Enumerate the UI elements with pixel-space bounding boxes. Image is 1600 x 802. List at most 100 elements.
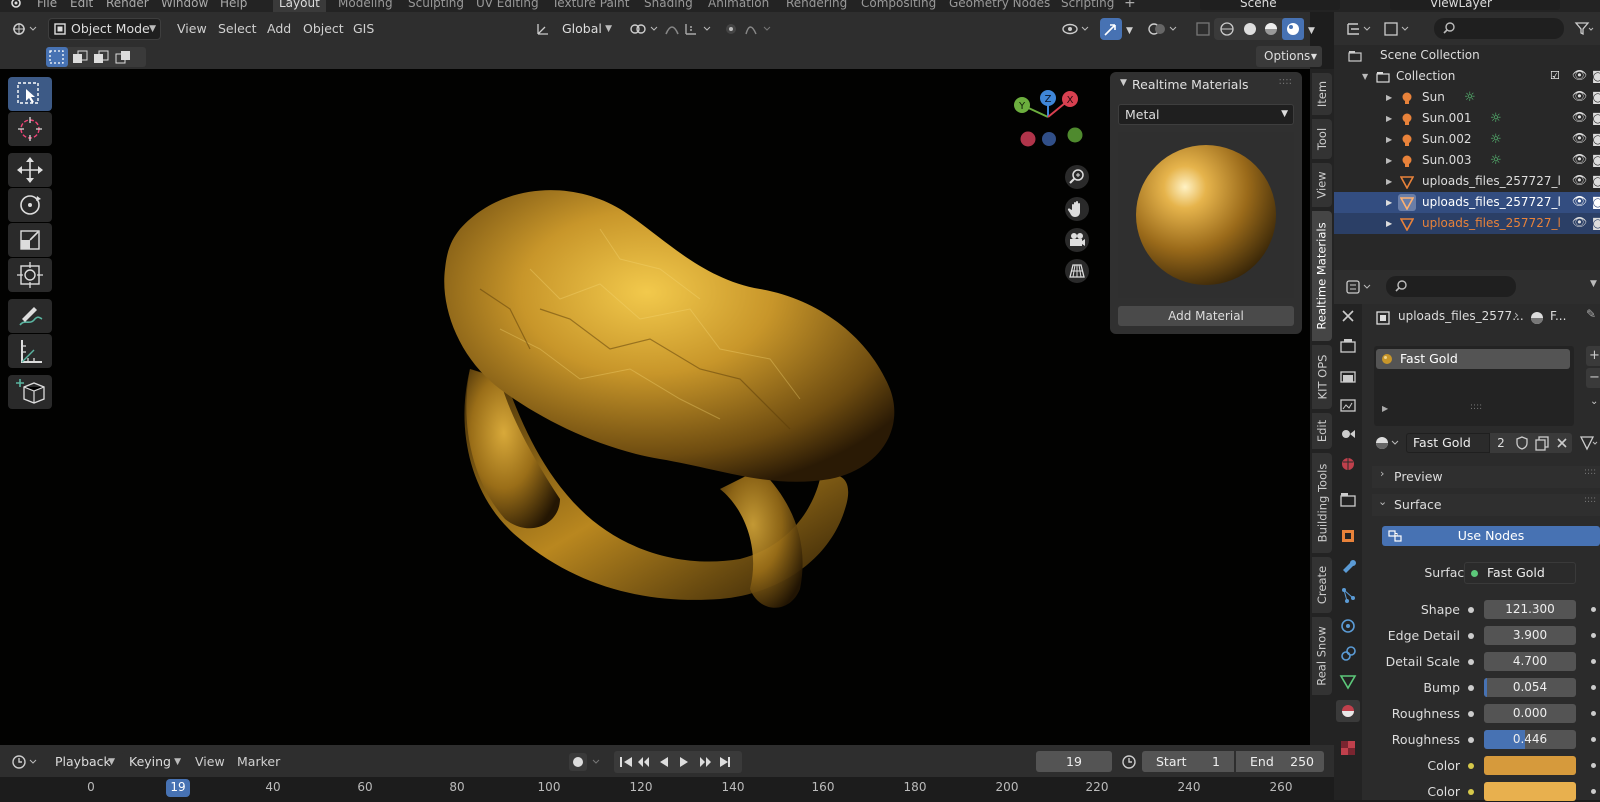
menu-view[interactable]: View	[177, 18, 207, 40]
properties-editor-type-icon[interactable]	[1344, 276, 1374, 298]
jump-prev-keyframe-icon[interactable]	[638, 757, 649, 767]
physics-tab-icon[interactable]	[1341, 619, 1355, 633]
collection-tab-icon[interactable]	[1340, 493, 1356, 507]
param-slider[interactable]: 0.000	[1484, 704, 1576, 723]
use-nodes-button[interactable]: Use Nodes	[1382, 526, 1600, 546]
tab-view[interactable]: View	[1312, 163, 1332, 207]
workspace-tab-shading[interactable]: Shading	[638, 0, 699, 10]
material-name-field[interactable]: Fast Gold	[1406, 433, 1490, 453]
preview-range-icon[interactable]	[1118, 751, 1140, 772]
workspace-tab-compositing[interactable]: Compositing	[855, 0, 942, 10]
fake-user-shield-icon[interactable]	[1512, 433, 1532, 453]
transform-orientation-dropdown[interactable]: Global ▼	[535, 18, 617, 40]
menu-render[interactable]: Render	[106, 0, 149, 10]
measure-tool[interactable]	[8, 334, 52, 368]
filter-icon[interactable]	[1574, 20, 1596, 38]
chevron-down-icon[interactable]: ▼	[1308, 20, 1315, 42]
play-reverse-icon[interactable]	[660, 757, 668, 767]
expand-right-icon[interactable]: ▶	[1386, 171, 1392, 192]
preview-panel-header[interactable]: › Preview ::::	[1372, 466, 1600, 488]
camera-icon[interactable]: ◙	[1592, 129, 1600, 150]
play-icon[interactable]	[680, 757, 688, 767]
playback-dropdown[interactable]: Playback ▼	[48, 751, 120, 773]
browse-material-icon[interactable]	[1374, 433, 1404, 453]
outliner-row-sun-001[interactable]: ▶ Sun.001 ☼ 👁 ◙	[1334, 108, 1600, 129]
expand-right-icon[interactable]: ▶	[1386, 87, 1392, 108]
menu-object[interactable]: Object	[303, 18, 344, 40]
eye-icon[interactable]: 👁	[1572, 149, 1587, 170]
drag-handle-icon[interactable]: ::::	[1584, 467, 1596, 477]
tab-tool[interactable]: Tool	[1312, 119, 1332, 159]
expand-right-icon[interactable]: ▶	[1386, 213, 1392, 234]
start-frame-field[interactable]: Start 1	[1142, 751, 1234, 772]
texture-tab-icon[interactable]	[1341, 741, 1355, 755]
pan-hand-icon[interactable]	[1065, 197, 1089, 221]
keying-dropdown[interactable]: Keying ▼	[122, 751, 186, 773]
camera-view-icon[interactable]	[1065, 228, 1089, 252]
render-tab-icon[interactable]	[1340, 339, 1356, 353]
panel-header[interactable]: ▼ Realtime Materials ::::	[1118, 76, 1298, 96]
unlink-material-icon[interactable]	[1552, 433, 1572, 453]
keyframe-dot-icon[interactable]	[1591, 737, 1596, 742]
jump-end-icon[interactable]	[720, 757, 730, 767]
expand-right-icon[interactable]: ▶	[1382, 404, 1388, 413]
output-tab-icon[interactable]	[1340, 371, 1356, 383]
add-slot-button[interactable]: +	[1586, 346, 1600, 366]
scale-tool[interactable]	[8, 223, 52, 257]
gizmo-toggle-icon[interactable]	[1100, 18, 1122, 40]
eye-icon[interactable]: 👁	[1572, 86, 1587, 107]
zoom-icon[interactable]	[1065, 165, 1089, 189]
jump-next-keyframe-icon[interactable]	[700, 757, 711, 767]
camera-icon[interactable]: ◙	[1592, 66, 1600, 87]
camera-icon[interactable]: ◙	[1592, 150, 1600, 171]
drag-handle-icon[interactable]: ::::	[1584, 495, 1596, 505]
link-type-icon[interactable]	[1578, 433, 1600, 453]
expand-right-icon[interactable]: ▶	[1386, 108, 1392, 129]
constraints-tab-icon[interactable]	[1341, 646, 1356, 661]
end-frame-field[interactable]: End 250	[1236, 751, 1324, 772]
material-category-dropdown[interactable]: Metal ▼	[1118, 104, 1294, 125]
outliner-editor-type-icon[interactable]	[1344, 18, 1374, 40]
timeline-editor-type-icon[interactable]	[10, 751, 40, 773]
expand-right-icon[interactable]: ▶	[1386, 150, 1392, 171]
outliner-row-mesh-3-selected[interactable]: ▶ uploads_files_257727_l 👁 ◙	[1334, 213, 1600, 234]
view-layer-selector[interactable]: ViewLayer	[1390, 0, 1560, 10]
keyframe-dot-icon[interactable]	[1591, 789, 1596, 794]
surface-panel-header[interactable]: ⌄ Surface ::::	[1372, 494, 1600, 516]
param-slider[interactable]: 0.054	[1484, 678, 1576, 697]
outliner-search-input[interactable]	[1434, 18, 1564, 39]
workspace-tab-sculpting[interactable]: Sculpting	[402, 0, 470, 10]
timeline-ruler[interactable]: 0 19 40 60 80 100 120 140 160 180 200 22…	[0, 777, 1334, 800]
eye-icon[interactable]: 👁	[1572, 170, 1587, 191]
menu-edit[interactable]: Edit	[70, 0, 93, 10]
overlays-icon[interactable]	[1146, 18, 1182, 40]
material-slot-row[interactable]: Fast Gold	[1376, 349, 1570, 369]
workspace-tab-rendering[interactable]: Rendering	[780, 0, 853, 10]
particles-tab-icon[interactable]	[1342, 588, 1355, 603]
workspace-tab-modeling[interactable]: Modeling	[332, 0, 399, 10]
workspace-tab-uv-editing[interactable]: UV Editing	[470, 0, 545, 10]
keyframe-dot-icon[interactable]	[1591, 633, 1596, 638]
keyframe-dot-icon[interactable]	[1591, 685, 1596, 690]
selection-mode-buttons[interactable]	[46, 47, 146, 67]
keyframe-dot-icon[interactable]	[1591, 711, 1596, 716]
outliner-row-scene-collection[interactable]: Scene Collection	[1334, 45, 1600, 66]
transform-tool[interactable]	[8, 258, 52, 292]
add-workspace-icon[interactable]: +	[1124, 0, 1136, 11]
tab-realtime-materials[interactable]: Realtime Materials	[1312, 211, 1332, 341]
user-count-button[interactable]: 2	[1490, 433, 1512, 453]
duplicate-material-icon[interactable]	[1532, 433, 1552, 453]
auto-keying-toggle[interactable]	[567, 751, 607, 773]
outliner-row-sun[interactable]: ▶ Sun ☼ 👁 ◙	[1334, 87, 1600, 108]
eye-icon[interactable]: 👁	[1572, 212, 1587, 233]
data-tab-icon[interactable]	[1339, 675, 1357, 690]
cursor-tool[interactable]	[8, 112, 52, 146]
xray-icon[interactable]	[1192, 18, 1214, 40]
tab-kit-ops[interactable]: KIT OPS	[1312, 345, 1332, 409]
camera-icon[interactable]: ◙	[1592, 213, 1600, 234]
drag-handle-icon[interactable]: ::::	[1279, 76, 1292, 87]
jump-start-icon[interactable]	[620, 757, 632, 767]
move-tool[interactable]	[8, 153, 52, 187]
workspace-tab-layout[interactable]: Layout	[273, 0, 326, 12]
object-tab-icon[interactable]	[1342, 530, 1354, 542]
